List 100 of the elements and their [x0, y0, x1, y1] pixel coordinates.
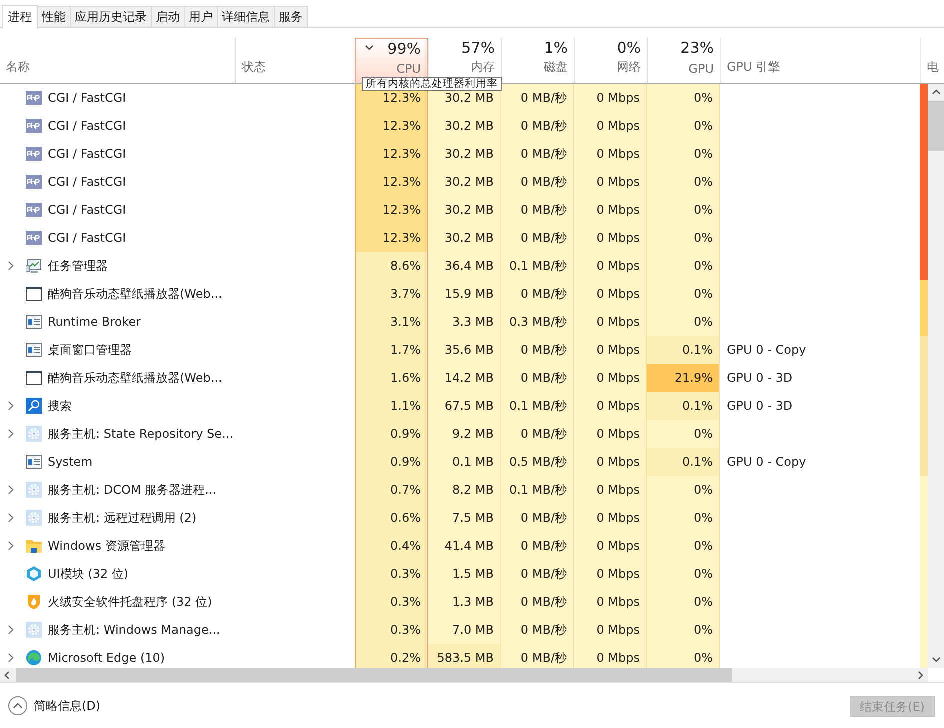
- table-cell: 0 Mbps: [574, 112, 647, 140]
- table-cell: 0%: [647, 476, 720, 504]
- table-cell: 酷狗音乐动态壁纸播放器(Web...: [0, 364, 235, 392]
- table-cell: 21.9%: [647, 364, 720, 392]
- table-cell: 30.2 MB: [428, 168, 501, 196]
- table-cell: 12.3%: [355, 224, 428, 252]
- table-cell: Runtime Broker: [0, 308, 235, 336]
- table-cell: 0 Mbps: [574, 448, 647, 476]
- table-cell: 0.1%: [647, 392, 720, 420]
- gear-icon: [26, 622, 42, 638]
- table-cell: 0 Mbps: [574, 280, 647, 308]
- scroll-left-icon[interactable]: [4, 670, 10, 680]
- table-cell: 0 MB/秒: [501, 588, 574, 616]
- table-cell: 3.1%: [355, 308, 428, 336]
- table-cell: 0 Mbps: [574, 224, 647, 252]
- table-cell: 0.5 MB/秒: [501, 448, 574, 476]
- table-cell: 1.1%: [355, 392, 428, 420]
- scroll-down-icon[interactable]: [932, 657, 940, 663]
- scroll-up-icon[interactable]: [932, 89, 940, 95]
- fewer-details-button[interactable]: 简略信息(D): [8, 696, 101, 716]
- tab[interactable]: 服务: [274, 6, 308, 27]
- table-cell: 0.1 MB: [428, 448, 501, 476]
- table-cell: 1.7%: [355, 336, 428, 364]
- table-cell: 0 Mbps: [574, 196, 647, 224]
- column-header[interactable]: 名称: [0, 38, 235, 83]
- php-icon: [26, 203, 42, 217]
- table-cell: 41.4 MB: [428, 532, 501, 560]
- table-cell-text: GPU 0 - Copy: [726, 454, 808, 471]
- table-cell: 7.0 MB: [428, 616, 501, 644]
- table-cell: 0%: [647, 140, 720, 168]
- table-cell: 0 MB/秒: [501, 420, 574, 448]
- flame-shield-icon: [26, 594, 42, 610]
- expand-chevron-icon[interactable]: [8, 429, 14, 439]
- table-cell: 0 Mbps: [574, 644, 647, 668]
- tab[interactable]: 启动: [151, 6, 185, 27]
- scrollbar-thumb[interactable]: [16, 668, 732, 682]
- table-cell: 0%: [647, 420, 720, 448]
- expand-chevron-icon[interactable]: [8, 513, 14, 523]
- table-cell: 0.1 MB/秒: [501, 392, 574, 420]
- column-header[interactable]: 0% 网络: [574, 38, 647, 83]
- tab[interactable]: 应用历史记录: [70, 6, 152, 27]
- table-cell: 0 MB/秒: [501, 196, 574, 224]
- expand-chevron-icon[interactable]: [8, 261, 14, 271]
- hexagon-icon: [26, 566, 42, 582]
- table-cell: 0.3%: [355, 616, 428, 644]
- tab[interactable]: 用户: [184, 6, 218, 27]
- table-cell: 8.2 MB: [428, 476, 501, 504]
- table-cell: 0 MB/秒: [501, 280, 574, 308]
- table-cell: 0 Mbps: [574, 420, 647, 448]
- collapse-icon: [8, 696, 28, 716]
- table-cell: 服务主机: DCOM 服务器进程...: [0, 476, 235, 504]
- tab[interactable]: 进程: [2, 5, 38, 29]
- horizontal-scrollbar[interactable]: [0, 668, 928, 682]
- table-cell: 0.6%: [355, 504, 428, 532]
- table-cell: 桌面窗口管理器: [0, 336, 235, 364]
- expand-chevron-icon[interactable]: [8, 625, 14, 635]
- expand-chevron-icon[interactable]: [8, 401, 14, 411]
- tab[interactable]: 详细信息: [217, 6, 275, 27]
- table-cell: 8.6%: [355, 252, 428, 280]
- table-cell: 0.2%: [355, 644, 428, 668]
- table-cell: 9.2 MB: [428, 420, 501, 448]
- table-cell: 0 MB/秒: [501, 336, 574, 364]
- expand-chevron-icon[interactable]: [8, 541, 14, 551]
- table-cell: 0 MB/秒: [501, 168, 574, 196]
- table-cell: 0 MB/秒: [501, 560, 574, 588]
- scrollbar-thumb[interactable]: [928, 101, 944, 151]
- table-cell: Windows 资源管理器: [0, 532, 235, 560]
- table-cell: 服务主机: State Repository Se...: [0, 420, 235, 448]
- table-cell: 14.2 MB: [428, 364, 501, 392]
- table-cell: System: [0, 448, 235, 476]
- tab[interactable]: 性能: [37, 6, 71, 27]
- window-icon: [26, 287, 42, 301]
- vertical-scrollbar[interactable]: [928, 84, 944, 668]
- table-cell: 0%: [647, 196, 720, 224]
- tooltip: 所有内核的总处理器利用率: [362, 77, 502, 91]
- table-cell: 0 Mbps: [574, 168, 647, 196]
- table-cell: 0%: [647, 308, 720, 336]
- table-cell: 0 Mbps: [574, 588, 647, 616]
- table-cell: 0 MB/秒: [501, 364, 574, 392]
- column-header[interactable]: 23% GPU: [647, 38, 720, 83]
- column-header[interactable]: 电: [920, 38, 944, 83]
- table-cell: CGI / FastCGI: [0, 112, 235, 140]
- table-cell: 0.9%: [355, 420, 428, 448]
- table-cell: 0 Mbps: [574, 84, 647, 112]
- scroll-right-icon[interactable]: [918, 670, 924, 680]
- table-cell: 0%: [647, 84, 720, 112]
- table-cell: 0 MB/秒: [501, 644, 574, 668]
- table-cell: 0.1 MB/秒: [501, 252, 574, 280]
- table-cell: 0.1%: [647, 336, 720, 364]
- column-header[interactable]: GPU 引擎: [720, 38, 920, 83]
- expand-chevron-icon[interactable]: [8, 653, 14, 663]
- table-cell: 30.2 MB: [428, 112, 501, 140]
- gear-icon: [26, 426, 42, 442]
- table-cell: 0 Mbps: [574, 140, 647, 168]
- expand-chevron-icon[interactable]: [8, 485, 14, 495]
- table-cell: 0.4%: [355, 532, 428, 560]
- table-cell: 0 Mbps: [574, 616, 647, 644]
- table-cell: 30.2 MB: [428, 224, 501, 252]
- table-cell: 0 Mbps: [574, 252, 647, 280]
- table-cell: 火绒安全软件托盘程序 (32 位): [0, 588, 235, 616]
